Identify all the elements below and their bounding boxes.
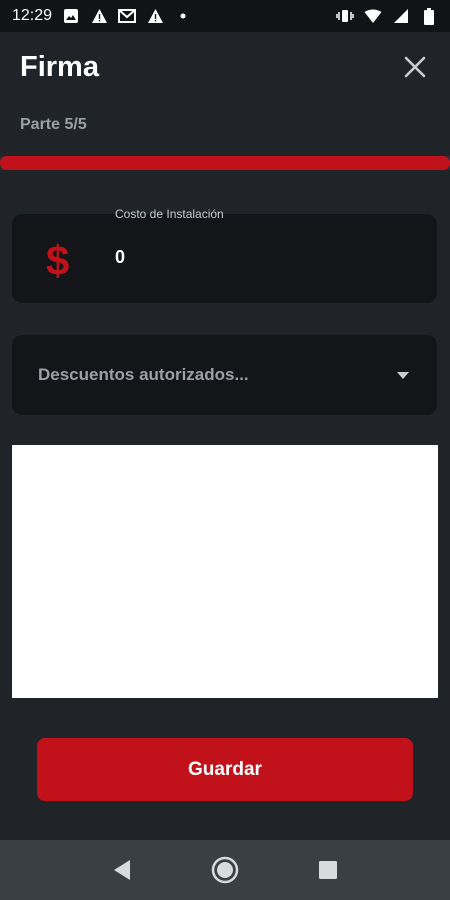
vibrate-icon [336,7,354,25]
status-time: 12:29 [12,7,53,24]
image-icon [62,7,80,25]
installation-cost-field[interactable]: $ 0 [12,214,437,303]
status-bar: 12:29 [0,0,450,32]
back-button[interactable] [102,850,142,890]
back-icon [113,860,130,880]
step-progress-fill [0,156,450,170]
recents-icon [319,861,338,879]
installation-cost-label: Costo de Instalación [115,207,224,221]
dollar-icon: $ [46,237,70,284]
installation-cost-value[interactable]: 0 [115,247,125,268]
dropdown-arrow-icon [397,371,409,379]
home-icon [211,856,239,884]
status-left: 12:29 [12,7,192,25]
discount-dropdown-placeholder: Descuentos autorizados... [38,365,249,384]
discount-dropdown[interactable]: Descuentos autorizados... [12,335,437,415]
signature-pad[interactable] [12,445,438,698]
dot-icon [174,7,192,25]
close-button[interactable] [400,52,430,82]
battery-icon [420,7,438,25]
system-navigation-bar [0,840,450,900]
signal-icon [392,7,410,25]
step-label: Parte 5/5 [20,116,87,133]
app-bar: Firma [0,32,450,102]
gmail-icon [118,7,137,25]
close-icon [404,56,426,78]
save-button[interactable]: Guardar [37,738,413,801]
step-progress-bar [0,156,450,170]
status-right [336,7,438,25]
home-button[interactable] [205,850,245,890]
recents-button[interactable] [308,850,348,890]
wifi-icon [364,7,382,25]
warning-icon [146,7,164,25]
page-title: Firma [20,50,99,83]
warning-icon [90,7,108,25]
